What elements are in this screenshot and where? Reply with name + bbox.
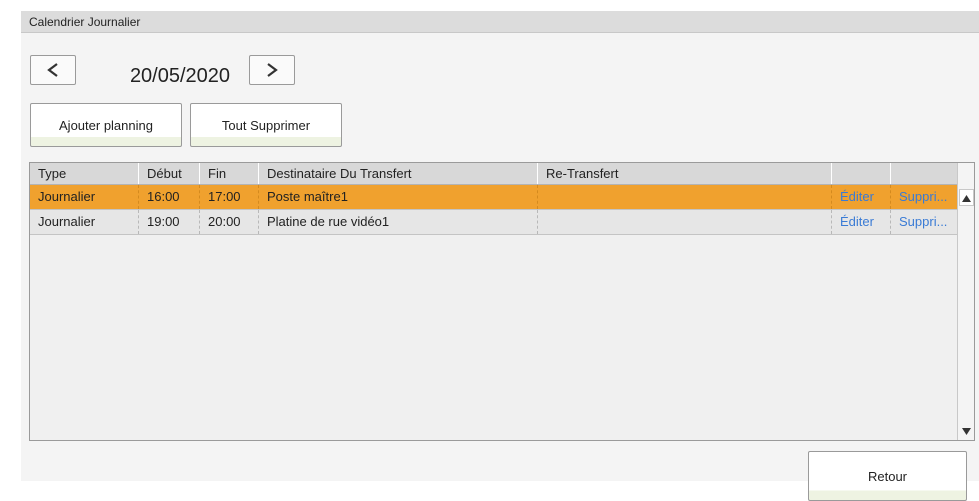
column-header-edit [831, 163, 890, 184]
cell-end: 20:00 [199, 210, 258, 234]
panel-title: Calendrier Journalier [21, 11, 979, 33]
column-header-retransfer: Re-Transfert [537, 163, 831, 184]
table-row[interactable]: Journalier 19:00 20:00 Platine de rue vi… [30, 210, 957, 235]
cell-start: 19:00 [138, 210, 199, 234]
chevron-left-icon [46, 62, 60, 78]
scroll-down-button[interactable] [959, 422, 974, 439]
schedule-table: Type Début Fin Destinataire Du Transfert… [29, 162, 975, 441]
cell-retransfer [537, 210, 831, 234]
current-date: 20/05/2020 [129, 65, 231, 87]
next-day-button[interactable] [249, 55, 295, 85]
edit-link[interactable]: Éditer [831, 185, 890, 209]
back-button[interactable]: Retour [808, 451, 967, 501]
cell-recipient: Platine de rue vidéo1 [258, 210, 537, 234]
chevron-right-icon [265, 62, 279, 78]
daily-calendar-panel: Calendrier Journalier 20/05/2020 Ajouter… [21, 11, 979, 501]
cell-type: Journalier [38, 214, 96, 229]
scroll-up-button[interactable] [959, 189, 974, 206]
delete-link[interactable]: Suppri... [890, 185, 957, 209]
table-row[interactable]: Journalier 16:00 17:00 Poste maître1 Édi… [30, 185, 957, 210]
cell-retransfer [537, 185, 831, 209]
edit-link[interactable]: Éditer [831, 210, 890, 234]
arrow-up-icon [962, 189, 971, 207]
cell-start: 16:00 [138, 185, 199, 209]
column-header-end: Fin [199, 163, 258, 184]
previous-day-button[interactable] [30, 55, 76, 85]
cell-recipient: Poste maître1 [258, 185, 537, 209]
cell-end: 17:00 [199, 185, 258, 209]
column-header-type: Type [38, 166, 67, 181]
arrow-down-icon [962, 422, 971, 440]
cell-type: Journalier [38, 189, 96, 204]
column-header-start: Début [138, 163, 199, 184]
table-header: Type Début Fin Destinataire Du Transfert… [30, 163, 957, 185]
delete-all-button[interactable]: Tout Supprimer [190, 103, 342, 147]
column-header-recipient: Destinataire Du Transfert [258, 163, 537, 184]
add-schedule-button[interactable]: Ajouter planning [30, 103, 182, 147]
delete-link[interactable]: Suppri... [890, 210, 957, 234]
column-header-delete [890, 163, 957, 184]
vertical-scrollbar[interactable] [957, 163, 974, 440]
